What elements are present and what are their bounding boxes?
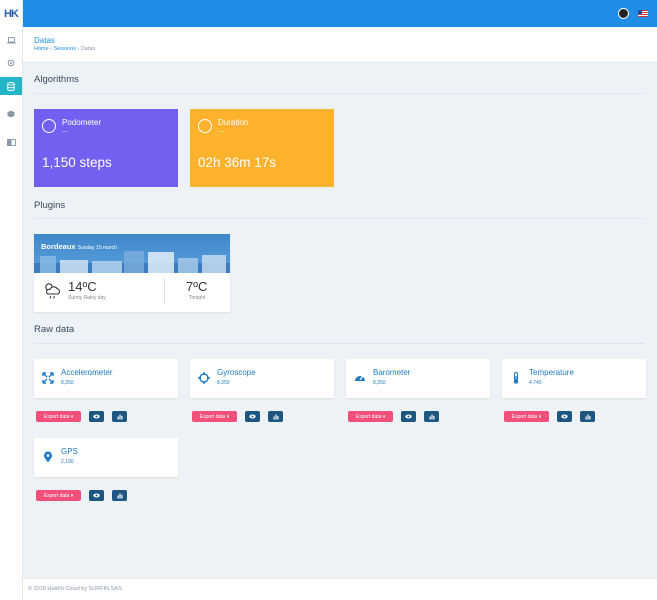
expand-arrows-icon — [42, 372, 54, 384]
breadcrumb-sessions[interactable]: Sessions — [54, 46, 76, 52]
duration-card[interactable]: Duration — 02h 36m 17s — [190, 109, 334, 187]
algo-value: 02h 36m 17s — [198, 155, 277, 170]
raw-count: 8,350 — [61, 380, 74, 386]
eye-icon — [405, 414, 412, 419]
cloud-sun-rain-icon — [45, 283, 60, 299]
crosshair-icon — [198, 372, 210, 384]
bar-chart-icon — [117, 493, 122, 498]
avatar[interactable] — [618, 8, 629, 19]
export-data-button[interactable]: Export data ▾ — [504, 411, 549, 422]
sidebar-item-settings[interactable] — [0, 54, 22, 72]
sidebar-item-devices[interactable] — [0, 31, 22, 49]
eye-icon — [93, 414, 100, 419]
divider — [164, 278, 165, 304]
raw-name: Gyroscope — [217, 368, 256, 377]
raw-count: 2,190 — [61, 459, 74, 465]
barometer-card[interactable]: Barometer 8,350 — [346, 359, 490, 398]
view-button[interactable] — [245, 411, 260, 422]
eye-icon — [561, 414, 568, 419]
bar-chart-icon — [273, 414, 278, 419]
gyroscope-card[interactable]: Gyroscope 8,350 — [190, 359, 334, 398]
page-title: Datas — [34, 36, 55, 45]
bar-chart-icon — [117, 414, 122, 419]
divider — [34, 343, 645, 344]
temperature-card[interactable]: Temperature 4,740 — [502, 359, 646, 398]
raw-data-heading: Raw data — [34, 324, 75, 335]
thermometer-icon — [513, 372, 519, 384]
timer-icon — [198, 119, 212, 133]
eye-icon — [93, 493, 100, 498]
chart-button[interactable] — [580, 411, 595, 422]
accelerometer-card[interactable]: Accelerometer 8,350 — [34, 359, 178, 398]
database-icon — [7, 81, 15, 91]
raw-name: Barometer — [373, 368, 411, 377]
chart-button[interactable] — [112, 411, 127, 422]
raw-name: Temperature — [529, 368, 574, 377]
app-logo[interactable]: HK — [0, 0, 22, 27]
gear-icon — [7, 59, 15, 67]
pie-chart-icon — [42, 119, 56, 133]
city-skyline-illustration — [34, 251, 230, 273]
export-data-button[interactable]: Export data ▾ — [36, 490, 81, 501]
footer: © 2018 HubKit Cloud by SURFIN SAS — [23, 578, 657, 600]
sidebar: HK — [0, 0, 23, 600]
sidebar-item-datas[interactable] — [0, 77, 22, 95]
footer-copyright: © 2018 HubKit Cloud by SURFIN SAS — [28, 586, 122, 592]
page-header: Datas Home › Sessions › Datas — [23, 27, 657, 63]
view-button[interactable] — [401, 411, 416, 422]
chart-button[interactable] — [268, 411, 283, 422]
language-flag-icon[interactable] — [638, 10, 648, 17]
gps-card[interactable]: GPS 2,190 — [34, 438, 178, 477]
divider — [34, 218, 645, 219]
raw-name: Accelerometer — [61, 368, 113, 377]
weather-condition: Sunny Rainy day — [68, 295, 106, 301]
chart-button[interactable] — [424, 411, 439, 422]
weather-widget[interactable]: Bordeaux Sunday 15 march 14ºC Sunny Rain… — [34, 234, 230, 312]
weather-date: Sunday 15 march — [77, 245, 117, 251]
book-icon — [6, 138, 16, 146]
weather-night-temp: 7ºC — [186, 279, 208, 294]
algo-sub: — — [62, 129, 68, 135]
chart-button[interactable] — [112, 490, 127, 501]
map-pin-icon — [44, 451, 52, 463]
algo-name: Podometer — [62, 118, 102, 127]
weather-location: Bordeaux Sunday 15 march — [41, 242, 117, 251]
algorithms-heading: Algorithms — [34, 74, 79, 85]
view-button[interactable] — [89, 411, 104, 422]
raw-count: 8,350 — [373, 380, 386, 386]
bar-chart-icon — [585, 414, 590, 419]
raw-count: 4,740 — [529, 380, 542, 386]
export-data-button[interactable]: Export data ▾ — [36, 411, 81, 422]
raw-count: 8,350 — [217, 380, 230, 386]
hexagon-icon — [7, 110, 15, 118]
weather-banner: Bordeaux Sunday 15 march — [34, 234, 230, 273]
laptop-icon — [6, 36, 16, 43]
weather-temp: 14ºC — [68, 279, 97, 294]
gauge-icon — [355, 376, 365, 381]
weather-city: Bordeaux — [41, 242, 76, 251]
weather-night-label: Tonight — [189, 295, 206, 301]
algo-name: Duration — [218, 118, 249, 127]
eye-icon — [249, 414, 256, 419]
divider — [34, 93, 645, 94]
view-button[interactable] — [89, 490, 104, 501]
plugins-heading: Plugins — [34, 200, 66, 211]
sidebar-item-docs[interactable] — [0, 133, 22, 151]
algo-value: 1,150 steps — [42, 155, 112, 170]
breadcrumb-current: Datas — [80, 46, 96, 52]
sidebar-item-plugins[interactable] — [0, 105, 22, 123]
export-data-button[interactable]: Export data ▾ — [192, 411, 237, 422]
breadcrumb-home[interactable]: Home — [34, 46, 49, 52]
podometer-card[interactable]: Podometer — 1,150 steps — [34, 109, 178, 187]
raw-name: GPS — [61, 447, 78, 456]
bar-chart-icon — [429, 414, 434, 419]
top-bar — [23, 0, 657, 27]
breadcrumb: Home › Sessions › Datas — [34, 46, 95, 52]
export-data-button[interactable]: Export data ▾ — [348, 411, 393, 422]
algo-sub: — — [218, 129, 224, 135]
view-button[interactable] — [557, 411, 572, 422]
